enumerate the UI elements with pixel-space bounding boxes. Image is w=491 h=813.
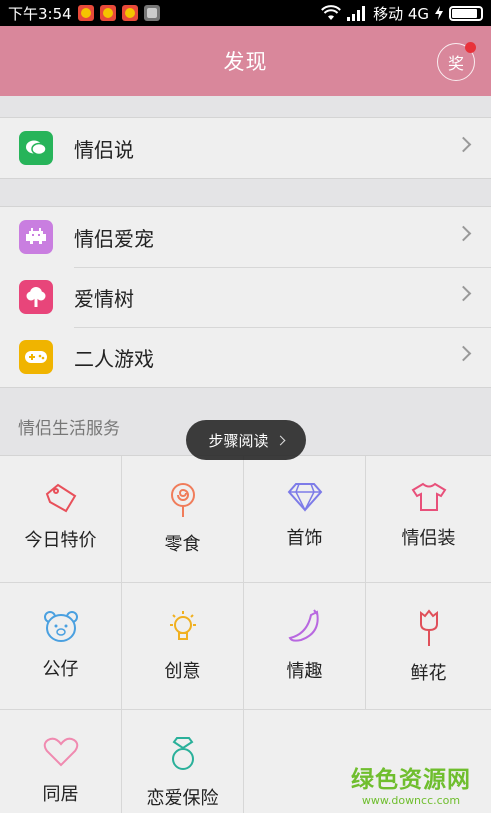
chat-bubble-icon — [19, 131, 53, 165]
weibo-notification-icon — [121, 5, 138, 21]
lollipop-icon — [170, 483, 195, 517]
tooltip-label: 步骤阅读 — [208, 431, 269, 450]
award-label: 奖 — [447, 54, 464, 73]
weibo-notification-icon — [77, 5, 94, 21]
pet-invader-icon — [19, 220, 53, 254]
service-item-label: 今日特价 — [24, 530, 97, 551]
list-group-chat: 情侣说 — [0, 117, 491, 179]
service-item-label: 零食 — [164, 534, 201, 555]
watermark-name: 绿色资源网 — [351, 767, 471, 793]
header: 发现 奖 — [0, 26, 491, 96]
list-item-couple-talk[interactable]: 情侣说 — [0, 118, 491, 178]
ring-icon — [171, 737, 194, 770]
wifi-icon — [321, 5, 341, 20]
list-item-two-player-games[interactable]: 二人游戏 — [0, 327, 491, 387]
section-title: 情侣生活服务 — [18, 419, 120, 439]
watermark: 绿色资源网 www.downcc.com — [351, 760, 471, 807]
step-reading-tooltip[interactable]: 步骤阅读 — [186, 420, 306, 460]
battery-level — [452, 8, 478, 18]
price-tag-icon — [45, 483, 76, 513]
service-item-love-insurance[interactable]: 恋爱保险 — [122, 710, 244, 813]
chevron-right-icon — [455, 225, 472, 242]
service-item-jewelry[interactable]: 首饰 — [244, 456, 366, 583]
status-bar: 下午3:54 移动 4G — [0, 0, 491, 26]
service-item-label: 情趣 — [286, 661, 323, 682]
service-item-creative[interactable]: 创意 — [122, 583, 244, 710]
list-item-label: 爱情树 — [74, 286, 134, 311]
banana-icon — [288, 609, 319, 642]
list-item-label: 情侣爱宠 — [74, 226, 154, 251]
service-item-dolls[interactable]: 公仔 — [0, 583, 122, 710]
rose-icon — [419, 609, 438, 646]
service-item-label: 公仔 — [42, 659, 79, 680]
service-item-romance[interactable]: 情趣 — [244, 583, 366, 710]
service-item-label: 恋爱保险 — [146, 788, 219, 809]
award-button[interactable]: 奖 — [437, 42, 476, 81]
service-item-label: 同居 — [42, 784, 79, 805]
list-item-label: 二人游戏 — [74, 346, 154, 371]
chevron-right-icon — [275, 435, 285, 445]
service-item-label: 情侣装 — [401, 528, 456, 549]
chevron-right-icon — [455, 136, 472, 153]
heart-icon — [43, 737, 78, 767]
service-item-label: 创意 — [164, 661, 201, 682]
service-item-flowers[interactable]: 鲜花 — [366, 583, 491, 710]
service-item-label: 首饰 — [286, 528, 323, 549]
gamepad-icon — [19, 340, 53, 374]
list-item-label: 情侣说 — [74, 137, 134, 162]
service-item-snacks[interactable]: 零食 — [122, 456, 244, 583]
bear-icon — [43, 611, 78, 642]
service-item-label: 鲜花 — [410, 663, 447, 684]
list-item-love-tree[interactable]: 爱情树 — [0, 267, 491, 327]
service-item-living-together[interactable]: 同居 — [0, 710, 122, 813]
tree-icon — [19, 280, 53, 314]
tshirt-icon — [411, 482, 446, 511]
carrier-label: 移动 4G — [373, 4, 429, 23]
charging-icon — [435, 6, 443, 20]
lightbulb-icon — [169, 611, 196, 640]
list-group-fun: 情侣爱宠 爱情树 二人游戏 — [0, 206, 491, 388]
signal-icon — [347, 5, 366, 21]
chevron-right-icon — [455, 345, 472, 362]
page-title: 发现 — [223, 50, 268, 74]
chevron-right-icon — [455, 285, 472, 302]
notification-dot — [465, 42, 476, 53]
status-time: 下午3:54 — [8, 4, 72, 23]
list-item-couple-pet[interactable]: 情侣爱宠 — [0, 207, 491, 267]
battery-icon — [449, 5, 483, 21]
service-item-couple-outfit[interactable]: 情侣装 — [366, 456, 491, 583]
image-notification-icon — [143, 5, 160, 21]
weibo-notification-icon — [99, 5, 116, 21]
watermark-url: www.downcc.com — [361, 794, 461, 807]
diamond-icon — [287, 483, 322, 512]
service-item-daily-deal[interactable]: 今日特价 — [0, 456, 122, 583]
